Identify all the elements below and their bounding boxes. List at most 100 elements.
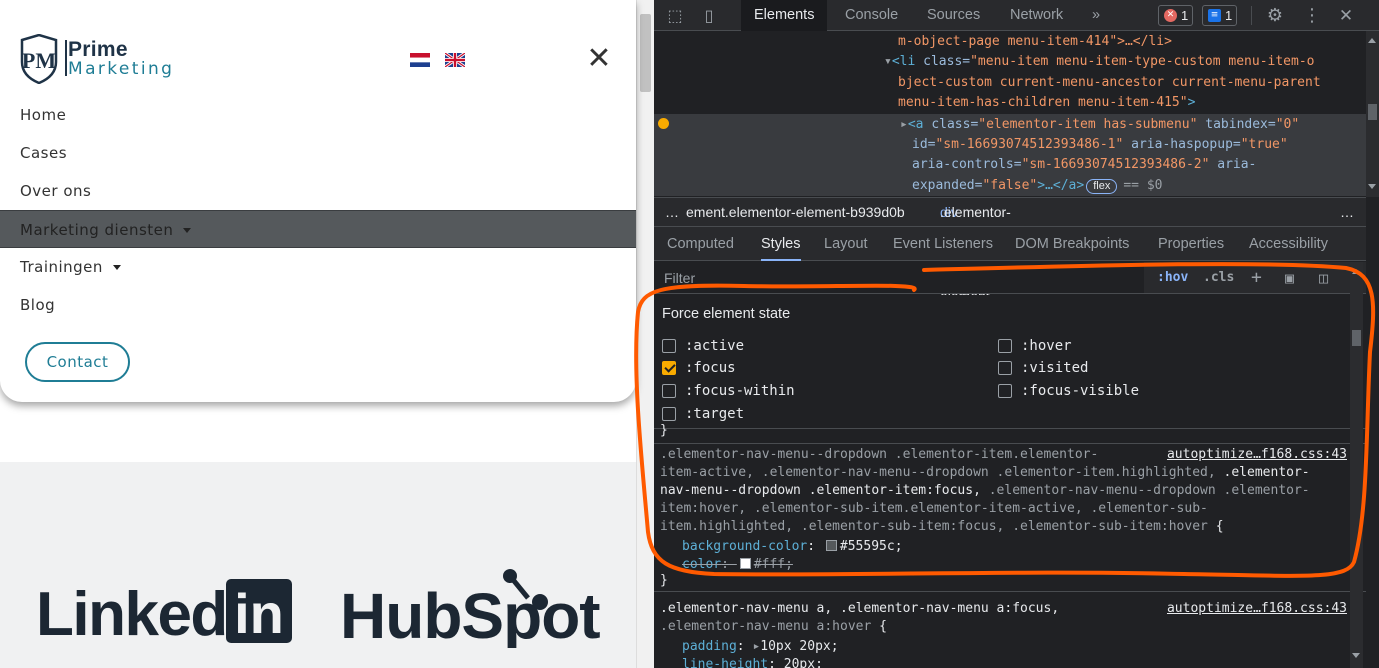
devtools-panel: ⬚ ▯ Elements Console Sources Network» ✕ 1 ≡… xyxy=(654,0,1379,668)
rule-selector-line[interactable]: item.highlighted, .elementor-sub-item:fo… xyxy=(660,518,1224,536)
scroll-down-icon[interactable] xyxy=(1352,653,1360,658)
state-checkbox-active[interactable]: :active xyxy=(662,336,862,356)
subtab-dom-breakpoints[interactable]: DOM Breakpoints xyxy=(1015,227,1129,261)
nav-item-over-ons[interactable]: Over ons xyxy=(0,172,636,210)
devtools-tab-network[interactable]: Network xyxy=(997,0,1076,31)
styles-scrollbar[interactable] xyxy=(1350,262,1363,668)
checkbox-unchecked-icon[interactable] xyxy=(662,407,676,421)
nav-item-marketing-diensten[interactable]: Marketing diensten xyxy=(0,210,636,248)
state-label: :target xyxy=(685,406,745,422)
rule-close-brace: } xyxy=(660,573,668,588)
caret-down-icon[interactable] xyxy=(183,228,192,233)
message-count-badge[interactable]: ≡ 1 xyxy=(1202,5,1238,26)
close-devtools-icon[interactable]: ✕ xyxy=(1335,5,1357,27)
breadcrumb-item[interactable]: ement.elementor-element-b939d0b xyxy=(686,198,905,226)
linkedin-logo: Linked in xyxy=(36,579,292,643)
declaration-color[interactable]: color: #fff; xyxy=(682,556,793,574)
hov-toggle-button[interactable]: :hov xyxy=(1157,268,1188,288)
rule-source-link[interactable]: autoptimize…f168.css:43 xyxy=(1167,600,1347,618)
rule-selector-line[interactable]: item-active, .elementor-nav-menu--dropdo… xyxy=(660,464,1310,482)
nav-item-label: Marketing diensten xyxy=(20,221,174,239)
dom-line[interactable]: expanded="false">…</a> flex == $0 xyxy=(912,176,1162,197)
state-checkbox-focus-visible[interactable]: :focus-visible xyxy=(998,381,1198,401)
dom-line[interactable]: id="sm-16693074512393486-1" aria-haspopu… xyxy=(912,135,1288,156)
subtab-accessibility[interactable]: Accessibility xyxy=(1249,227,1328,261)
rule-selector-line[interactable]: .elementor-nav-menu a:hover { xyxy=(660,618,887,636)
scroll-up-icon[interactable] xyxy=(1352,269,1360,274)
dom-line[interactable]: aria-controls="sm-16693074512393486-2" a… xyxy=(912,155,1256,176)
dom-line[interactable]: m-object-page menu-item-414">…</li> xyxy=(898,32,1172,53)
devtools-tab-sources[interactable]: Sources xyxy=(914,0,993,31)
state-label: :focus-within xyxy=(685,383,795,399)
error-count-badge[interactable]: ✕ 1 xyxy=(1158,5,1194,26)
state-checkbox-visited[interactable]: :visited xyxy=(998,358,1198,378)
checkbox-unchecked-icon[interactable] xyxy=(998,339,1012,353)
declaration-line-height[interactable]: line-height: 20px; xyxy=(682,656,823,668)
subtab-event-listeners[interactable]: Event Listeners xyxy=(893,227,993,261)
device-toolbar-icon[interactable]: ▯ xyxy=(698,5,720,27)
dom-line-li[interactable]: ▾<li class="menu-item menu-item-type-cus… xyxy=(884,52,1314,73)
checkbox-unchecked-icon[interactable] xyxy=(662,339,676,353)
paint-brush-icon[interactable]: ▣ xyxy=(1285,268,1294,288)
dutch-flag-icon[interactable] xyxy=(410,53,430,67)
rule-selector-line[interactable]: .elementor-nav-menu--dropdown .elementor… xyxy=(660,446,1098,464)
close-menu-icon[interactable]: ✕ xyxy=(585,44,613,74)
uk-flag-icon[interactable] xyxy=(445,53,465,67)
styles-scrollbar-thumb[interactable] xyxy=(1352,330,1361,346)
checkbox-checked-icon[interactable] xyxy=(662,361,676,375)
flex-badge[interactable]: flex xyxy=(1086,179,1118,194)
styles-filter-input[interactable] xyxy=(656,265,1142,291)
nav-item-trainingen[interactable]: Trainingen xyxy=(0,248,636,286)
state-checkbox-focus[interactable]: :focus xyxy=(662,358,862,378)
property-name: color xyxy=(682,557,722,572)
nav-item-cases[interactable]: Cases xyxy=(0,134,636,172)
scroll-down-icon[interactable] xyxy=(1368,184,1376,189)
dom-tree-scrollbar[interactable] xyxy=(1366,31,1379,197)
scroll-up-icon[interactable] xyxy=(1368,38,1376,43)
caret-down-icon[interactable] xyxy=(112,265,121,270)
devtools-tab-more[interactable]: » xyxy=(1079,0,1113,31)
rule-source-link[interactable]: autoptimize…f168.css:43 xyxy=(1167,446,1347,464)
rule-selector-line[interactable]: nav-menu--dropdown .elementor-item:focus… xyxy=(660,482,1310,500)
subtab-layout[interactable]: Layout xyxy=(824,227,868,261)
breadcrumb-ellipsis[interactable]: … xyxy=(665,198,679,226)
more-options-icon[interactable]: ⋮ xyxy=(1301,5,1323,27)
state-checkbox-focus-within[interactable]: :focus-within xyxy=(662,381,862,401)
nav-item-label: Home xyxy=(20,106,67,124)
declaration-padding[interactable]: padding: ▸10px 20px; xyxy=(682,638,839,656)
new-style-rule-button[interactable]: + xyxy=(1251,268,1262,288)
subtab-properties[interactable]: Properties xyxy=(1158,227,1224,261)
subtab-computed[interactable]: Computed xyxy=(667,227,734,261)
prime-marketing-logo[interactable]: PM Prime Marketing xyxy=(20,34,190,84)
color-swatch-icon[interactable] xyxy=(739,558,751,569)
website-scrollbar-thumb[interactable] xyxy=(640,14,651,92)
checkbox-unchecked-icon[interactable] xyxy=(662,384,676,398)
contact-button[interactable]: Contact xyxy=(25,342,130,382)
dom-line-a[interactable]: ▸<a class="elementor-item has-submenu" t… xyxy=(900,115,1299,136)
devtools-tab-elements[interactable]: Elements xyxy=(741,0,828,31)
color-swatch-icon[interactable] xyxy=(825,540,837,551)
breadcrumb-more[interactable]: … xyxy=(1340,198,1354,226)
dom-scrollbar-thumb[interactable] xyxy=(1368,104,1377,120)
subtab-styles[interactable]: Styles xyxy=(761,227,801,261)
toggle-sidebar-icon[interactable]: ◫ xyxy=(1319,268,1328,288)
dom-line[interactable]: bject-custom current-menu-ancestor curre… xyxy=(898,73,1321,94)
devtools-tab-console[interactable]: Console xyxy=(832,0,911,31)
declaration-background-color[interactable]: background-color: #55595c; xyxy=(682,538,903,556)
expand-triangle-icon[interactable]: ▸ xyxy=(900,117,908,132)
checkbox-unchecked-icon[interactable] xyxy=(998,361,1012,375)
state-checkbox-target[interactable]: :target xyxy=(662,404,862,424)
rule-selector[interactable]: .elementor-nav-menu a, .elementor-nav-me… xyxy=(660,600,1059,618)
dom-line[interactable]: menu-item-has-children menu-item-415"> xyxy=(898,93,1195,114)
nav-item-blog[interactable]: Blog xyxy=(0,286,636,324)
unmatched-selector: .elementor-nav-menu--dropdown .elementor… xyxy=(660,447,1099,462)
rule-selector-line[interactable]: item:hover, .elementor-sub-item.elemento… xyxy=(660,500,1208,518)
state-checkbox-hover[interactable]: :hover xyxy=(998,336,1198,356)
settings-gear-icon[interactable]: ⚙ xyxy=(1264,5,1286,27)
nav-item-home[interactable]: Home xyxy=(0,96,636,134)
website-scrollbar[interactable] xyxy=(636,0,654,668)
cls-toggle-button[interactable]: .cls xyxy=(1203,268,1234,288)
collapse-triangle-icon[interactable]: ▾ xyxy=(884,54,892,69)
inspect-element-icon[interactable]: ⬚ xyxy=(664,5,686,27)
checkbox-unchecked-icon[interactable] xyxy=(998,384,1012,398)
